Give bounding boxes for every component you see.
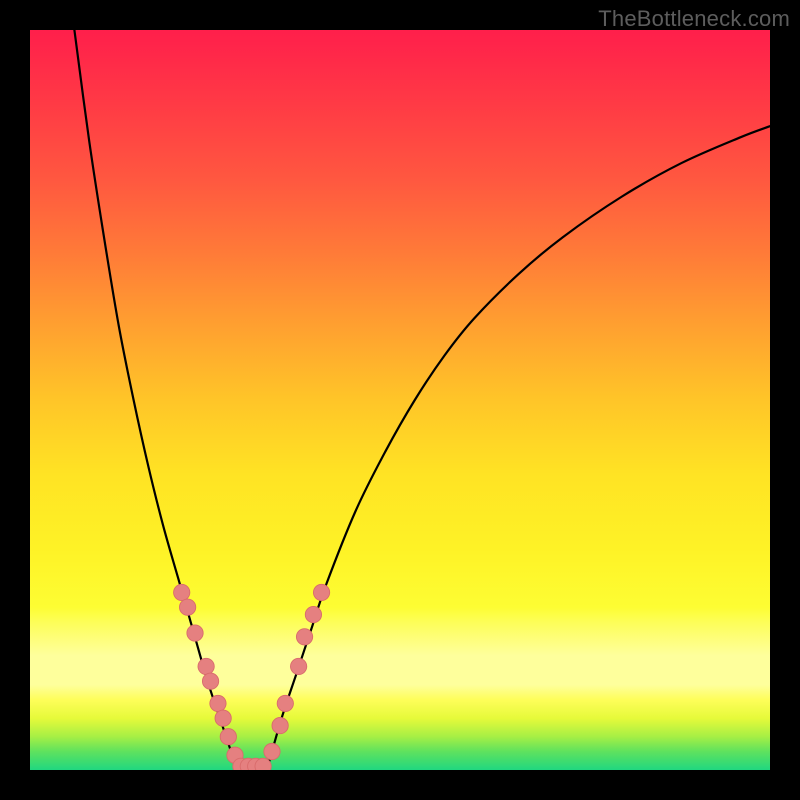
data-marker (313, 584, 329, 600)
data-marker (272, 717, 288, 733)
data-marker (174, 584, 190, 600)
data-marker (296, 629, 312, 645)
marker-layer (174, 584, 330, 770)
chart-frame: TheBottleneck.com (0, 0, 800, 800)
data-marker (187, 625, 203, 641)
data-marker (202, 673, 218, 689)
data-marker (277, 695, 293, 711)
data-marker (255, 758, 271, 770)
curve-left (74, 30, 237, 770)
plot-area (30, 30, 770, 770)
chart-svg (30, 30, 770, 770)
data-marker (290, 658, 306, 674)
curve-right (267, 126, 770, 770)
data-marker (179, 599, 195, 615)
watermark-text: TheBottleneck.com (598, 6, 790, 32)
data-marker (220, 729, 236, 745)
data-marker (210, 695, 226, 711)
data-marker (198, 658, 214, 674)
data-marker (215, 710, 231, 726)
data-marker (305, 606, 321, 622)
data-marker (264, 743, 280, 759)
